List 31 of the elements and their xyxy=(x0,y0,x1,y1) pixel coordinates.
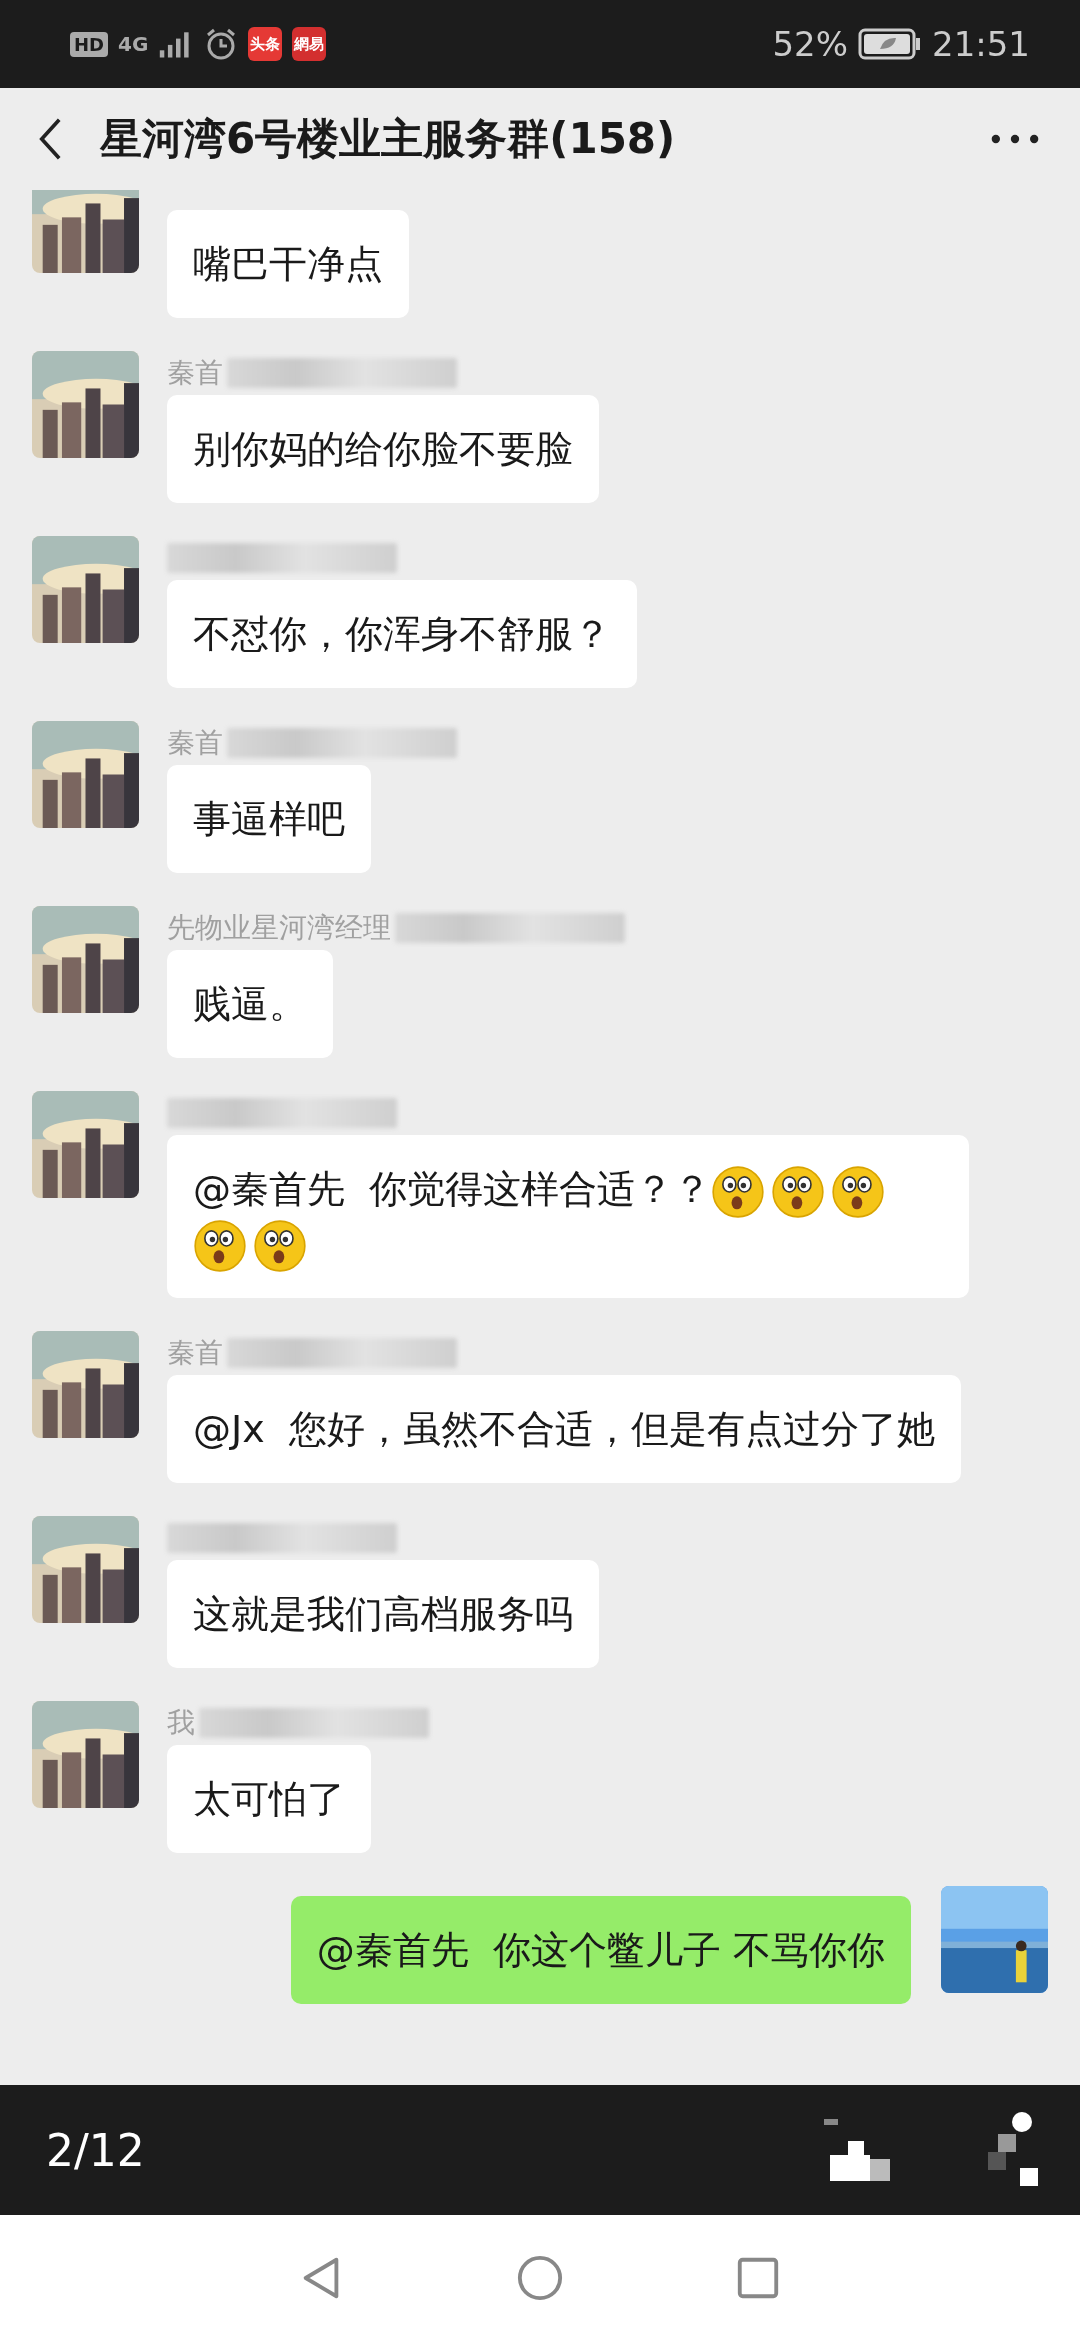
app-icon: 头条 xyxy=(248,27,283,61)
surprised-emoji-icon xyxy=(253,1218,307,1273)
network-indicator: HD xyxy=(70,31,108,57)
message-text: 不怼你，你浑身不舒服？ xyxy=(193,612,611,656)
clock-time: 21:51 xyxy=(932,24,1030,64)
battery-percent: 52% xyxy=(772,24,848,64)
message-text: 太可怕了 xyxy=(193,1776,345,1821)
sender-name: 秦首 xyxy=(167,725,223,761)
message-text: @Jx 您好，虽然不合适，但是有点过分了她 xyxy=(193,1406,935,1451)
page-counter: 2/12 xyxy=(46,2124,145,2176)
message-text: 事逼样吧 xyxy=(193,797,345,841)
more-icon[interactable] xyxy=(990,133,1040,145)
surprised-emoji-icon xyxy=(831,1164,886,1219)
sender-name: 先物业星河湾经理 xyxy=(167,910,391,946)
home-icon[interactable] xyxy=(516,2253,564,2302)
message-text: 贱逼。 xyxy=(193,982,307,1026)
message-text: @秦首先 你觉得这样合适？？ xyxy=(193,1167,712,1211)
surprised-emoji-icon xyxy=(193,1218,247,1273)
network-indicator: 4G xyxy=(118,32,149,56)
sender-name: 秦首 xyxy=(167,1334,223,1371)
message-text: 这就是我们高档服务吗 xyxy=(193,1591,573,1636)
surprised-emoji-icon xyxy=(771,1164,826,1219)
message-text: 嘴巴干净点 xyxy=(193,242,383,286)
message-text: 别你妈的给你脸不要脸 xyxy=(193,427,573,471)
message-text: @秦首先 你这个鳖儿子 不骂你你 xyxy=(316,1927,885,1972)
app-icon: 網易 xyxy=(292,27,327,61)
sender-name: 我 xyxy=(167,1704,195,1741)
sender-name: 秦首 xyxy=(167,355,223,391)
chat-title: 星河湾6号楼业主服务群(158) xyxy=(100,113,677,165)
battery-icon xyxy=(858,27,922,61)
surprised-emoji-icon xyxy=(711,1164,766,1219)
